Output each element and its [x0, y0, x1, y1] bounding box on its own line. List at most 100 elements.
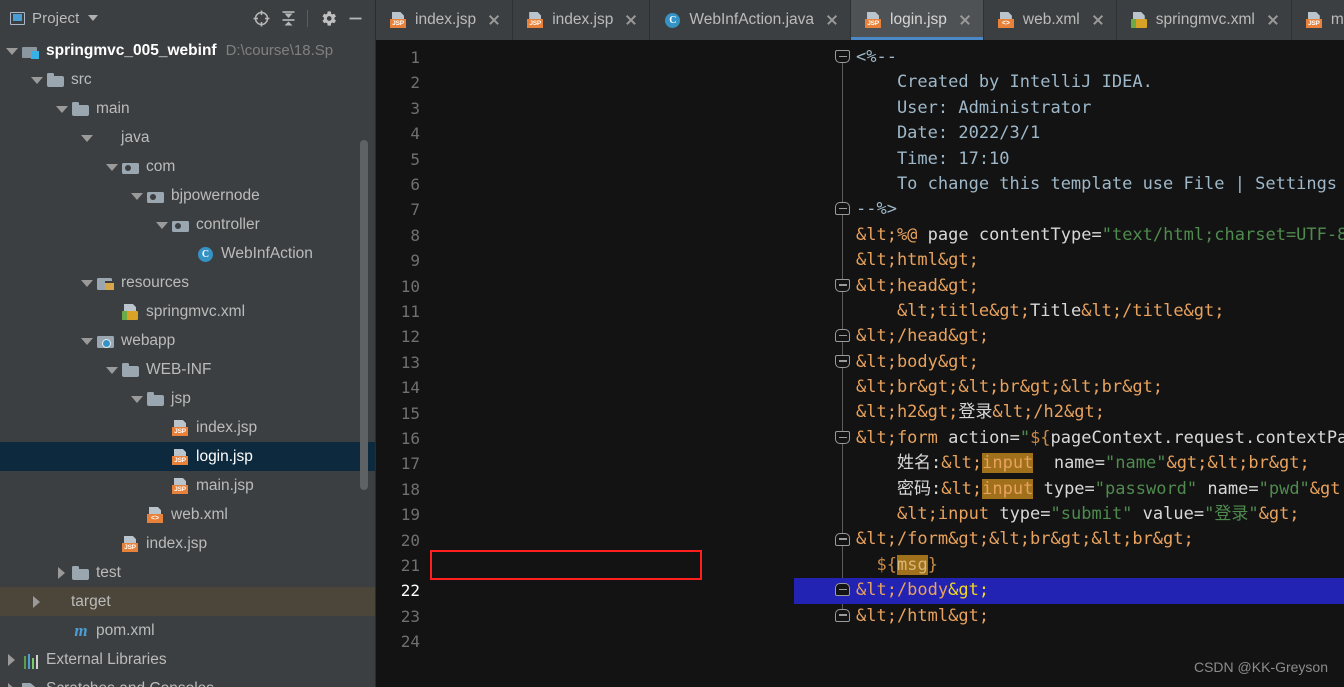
tree-item-label: index.jsp: [196, 418, 258, 436]
chevron-right-icon[interactable]: [4, 681, 20, 687]
tree-item-pom-xml[interactable]: pom.xml: [0, 616, 376, 645]
tab-index-jsp-1[interactable]: index.jsp: [513, 0, 651, 40]
close-icon[interactable]: [823, 11, 841, 29]
code-fold-icon[interactable]: [835, 50, 850, 63]
chevron-down-icon[interactable]: [154, 217, 170, 233]
tree-item-springmvc-005-webinf[interactable]: springmvc_005_webinf D:\course\18.Sp: [0, 36, 376, 65]
chevron-right-icon[interactable]: [4, 652, 20, 668]
close-icon[interactable]: [485, 11, 503, 29]
minimize-icon[interactable]: [342, 5, 368, 31]
chevron-down-icon[interactable]: [88, 15, 99, 21]
chevron-down-icon[interactable]: [79, 275, 95, 291]
folder-icon: [147, 390, 165, 408]
settings-gear-icon[interactable]: [315, 5, 341, 31]
code-line: &lt;body&gt;: [856, 351, 979, 372]
tree-item-jsp[interactable]: jsp: [0, 384, 376, 413]
tree-item-index-jsp[interactable]: index.jsp: [0, 529, 376, 558]
pkg-icon: [122, 158, 140, 176]
close-icon[interactable]: [956, 11, 974, 29]
chevron-down-icon[interactable]: [129, 391, 145, 407]
code-fold-icon[interactable]: [835, 278, 850, 292]
chevron-down-icon[interactable]: [79, 333, 95, 349]
tree-item-label: com: [146, 157, 176, 175]
close-icon[interactable]: [1089, 11, 1107, 29]
tab-web-xml-4[interactable]: web.xml: [984, 0, 1117, 40]
code-fold-icon[interactable]: [835, 608, 850, 622]
tree-item-webinfaction[interactable]: WebInfAction: [0, 239, 376, 268]
tree-item-login-jsp[interactable]: login.jsp: [0, 442, 376, 471]
tree-item-src[interactable]: src: [0, 65, 376, 94]
code-fold-icon[interactable]: [835, 202, 850, 216]
jsp-icon: [865, 11, 883, 29]
tree-item-web-xml[interactable]: web.xml: [0, 500, 376, 529]
line-number: 19: [400, 505, 420, 525]
tab-login-jsp-3[interactable]: login.jsp: [851, 0, 984, 40]
line-number: 11: [400, 302, 420, 321]
line-number: 6: [410, 175, 420, 194]
chevron-down-icon[interactable]: [4, 43, 20, 59]
tree-item-webapp[interactable]: webapp: [0, 326, 376, 355]
code-line: &lt;/head&gt;: [856, 326, 990, 347]
code-fold-icon[interactable]: [835, 532, 850, 546]
module-icon: [22, 42, 40, 60]
tree-item-scratches-and-consoles[interactable]: Scratches and Consoles: [0, 674, 376, 687]
tree-item-com[interactable]: com: [0, 152, 376, 181]
tree-item-label: target: [71, 592, 111, 610]
tab-m-6[interactable]: m: [1292, 0, 1344, 40]
tab-index-jsp-0[interactable]: index.jsp: [376, 0, 514, 40]
tree-item-external-libraries[interactable]: External Libraries: [0, 645, 376, 674]
code-area[interactable]: 1 2 3 4 5 6 7 8 9 10 11 12 13 14 15 16 17 18 19 20 21 22 23 24 …: [376, 40, 1344, 687]
chevron-down-icon[interactable]: [129, 188, 145, 204]
tree-item-label: web.xml: [171, 505, 228, 523]
tree-item-label: pom.xml: [96, 621, 155, 639]
line-number: 10: [400, 276, 420, 296]
tree-item-web-inf[interactable]: WEB-INF: [0, 355, 376, 384]
chevron-right-icon[interactable]: [54, 565, 70, 581]
code-line: <%--: [856, 47, 897, 67]
jsp-icon: [172, 477, 190, 495]
tree-item-resources[interactable]: resources: [0, 268, 376, 297]
tree-item-target[interactable]: target: [0, 587, 376, 616]
line-number: 21: [400, 556, 420, 575]
tree-item-label: controller: [196, 215, 260, 233]
tree-item-main[interactable]: main: [0, 94, 376, 123]
line-number: 7: [410, 200, 420, 220]
tree-item-index-jsp[interactable]: index.jsp: [0, 413, 376, 442]
code-fold-icon[interactable]: [835, 431, 850, 444]
chevron-down-icon[interactable]: [104, 159, 120, 175]
tree-item-springmvc-xml[interactable]: springmvc.xml: [0, 297, 376, 326]
tree-item-main-jsp[interactable]: main.jsp: [0, 471, 376, 500]
chevron-down-icon[interactable]: [54, 101, 70, 117]
chevron-down-icon[interactable]: [29, 72, 45, 88]
code-fold-icon[interactable]: [835, 583, 850, 597]
javacls-icon: [197, 245, 215, 263]
code-fold-icon[interactable]: [835, 354, 850, 368]
code-line: &lt;head&gt;: [856, 275, 979, 296]
sidebar-scrollbar-thumb[interactable]: [360, 140, 368, 490]
code-content[interactable]: <%-- Created by IntelliJ IDEA. User: Adm…: [794, 45, 1344, 687]
close-icon[interactable]: [1264, 11, 1282, 29]
chevron-right-icon[interactable]: [29, 594, 45, 610]
tree-item-java[interactable]: java: [0, 123, 376, 152]
locate-icon[interactable]: [248, 5, 274, 31]
close-icon[interactable]: [622, 11, 640, 29]
tree-item-label: login.jsp: [196, 447, 253, 465]
folder-icon: [47, 71, 65, 89]
code-line: Date: 2022/3/1: [856, 123, 1041, 144]
tree-item-controller[interactable]: controller: [0, 210, 376, 239]
code-fold-icon[interactable]: [835, 329, 850, 343]
tab-label: web.xml: [1022, 11, 1080, 28]
line-number: 14: [400, 378, 420, 398]
tab-webinfaction-java-2[interactable]: WebInfAction.java: [650, 0, 852, 40]
tree-item-test[interactable]: test: [0, 558, 376, 587]
folder-icon: [122, 361, 140, 379]
jsp-icon: [527, 11, 545, 29]
tree-item-bjpowernode[interactable]: bjpowernode: [0, 181, 376, 210]
chevron-down-icon[interactable]: [104, 362, 120, 378]
chevron-down-icon[interactable]: [79, 130, 95, 146]
tab-springmvc-xml-5[interactable]: springmvc.xml: [1117, 0, 1292, 40]
collapse-all-icon[interactable]: [275, 5, 301, 31]
